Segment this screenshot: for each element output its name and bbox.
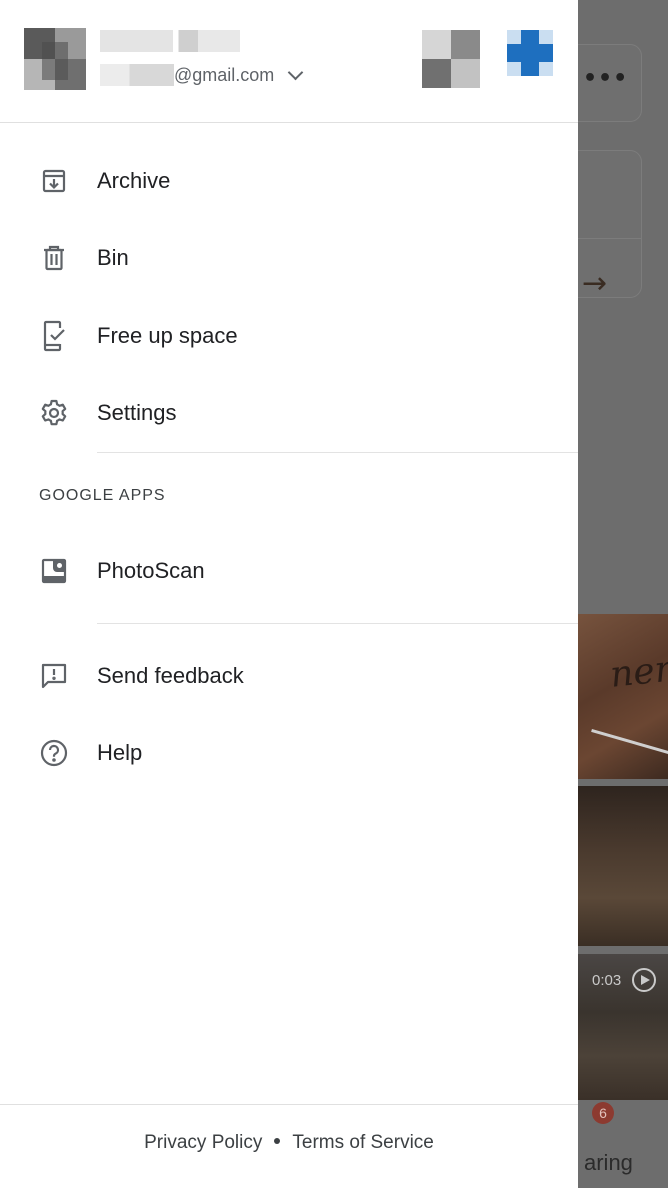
menu-item-send-feedback[interactable]: Send feedback [0,640,578,712]
trash-icon [36,240,72,276]
other-account-avatar[interactable] [507,30,553,76]
google-apps-heading: GOOGLE APPS [39,487,166,504]
account-switcher[interactable]: @gmail.com [100,64,304,86]
menu-item-free-up-space[interactable]: Free up space [0,300,578,372]
divider [97,452,578,453]
menu-item-photoscan[interactable]: PhotoScan [0,535,578,607]
play-icon [632,968,656,992]
feedback-icon [36,658,72,694]
other-account-avatar[interactable] [422,30,480,88]
menu-item-settings[interactable]: Settings [0,377,578,449]
menu-item-bin[interactable]: Bin [0,222,578,294]
gear-icon [36,395,72,431]
help-icon [36,735,72,771]
menu-item-label: PhotoScan [97,558,205,583]
sharing-tab-label: aring [584,1150,633,1175]
chevron-down-icon[interactable] [288,64,304,80]
sharing-badge: 6 [592,1102,614,1124]
email-redacted [100,64,174,86]
privacy-policy-link[interactable]: Privacy Policy [144,1132,262,1153]
arrow-right-icon: → [582,266,608,301]
account-header: @gmail.com [0,0,578,123]
account-avatar[interactable] [24,28,86,90]
separator-dot [274,1138,281,1144]
menu-item-label: Free up space [97,323,238,348]
phone-check-icon [36,318,72,354]
footer-links: Privacy Policy Terms of Service [0,1132,578,1154]
account-email: @gmail.com [174,64,275,85]
archive-icon [36,163,72,199]
menu-item-label: Send feedback [97,663,244,688]
divider [97,623,578,624]
menu-item-label: Bin [97,245,129,270]
terms-of-service-link[interactable]: Terms of Service [292,1132,433,1153]
menu-item-label: Help [97,740,143,765]
menu-item-help[interactable]: Help [0,717,578,789]
photoscan-icon [36,553,72,589]
menu-item-label: Settings [97,400,177,425]
video-duration: 0:03 [592,972,622,989]
more-options-icon: ••• [583,66,629,91]
account-name-redacted [100,30,240,52]
navigation-drawer: @gmail.com Archive Bin Free up space Set… [0,0,578,1188]
menu-item-archive[interactable]: Archive [0,145,578,217]
menu-item-label: Archive [97,168,171,193]
